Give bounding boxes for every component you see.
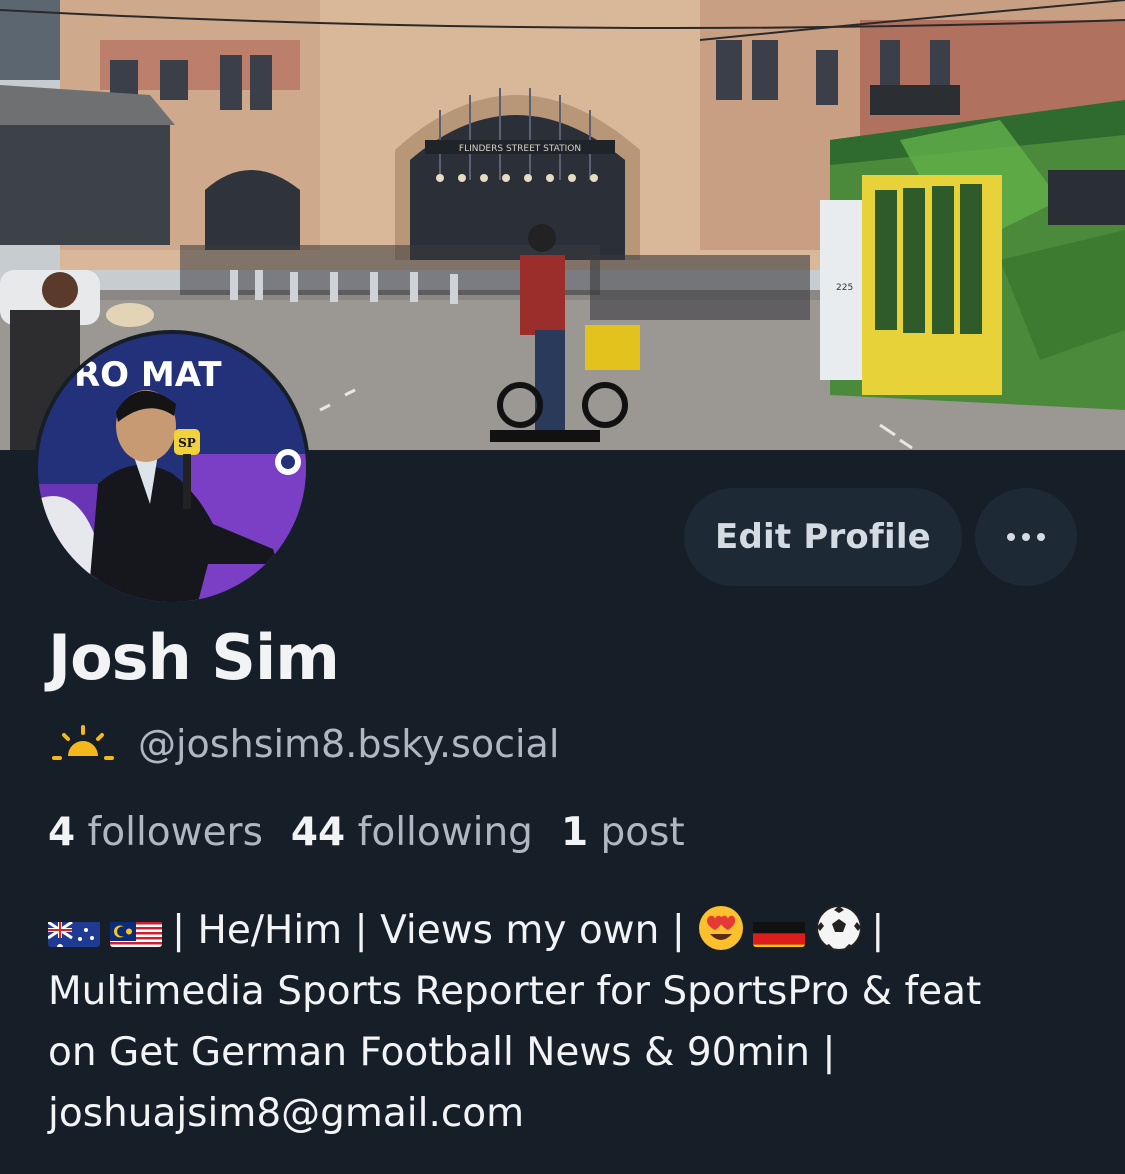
edit-profile-button[interactable]: Edit Profile: [684, 488, 962, 586]
followers-label: followers: [87, 810, 263, 855]
soccer-ball-icon: [815, 904, 863, 952]
bio-line-3: on Get German Football News & 90min |: [48, 1030, 836, 1075]
ellipsis-icon: [1037, 533, 1045, 541]
posts-stat: 1 post: [561, 810, 685, 855]
ellipsis-icon: [1007, 533, 1015, 541]
followers-stat[interactable]: 4 followers: [48, 810, 263, 855]
bio-email-link[interactable]: joshuajsim8@gmail.com: [48, 1091, 524, 1136]
bio-segment-1: | He/Him | Views my own |: [172, 908, 685, 953]
bio-line-2: Multimedia Sports Reporter for SportsPro…: [48, 969, 982, 1014]
followers-count: 4: [48, 810, 76, 855]
bio-segment-2: |: [871, 908, 885, 953]
following-count: 44: [290, 810, 346, 855]
avatar-backdrop-text: RO MAT: [74, 355, 222, 395]
germany-flag-icon: [753, 913, 806, 947]
following-stat[interactable]: 44 following: [291, 810, 533, 855]
ellipsis-icon: [1022, 533, 1030, 541]
handle[interactable]: @joshsim8.bsky.social: [138, 722, 559, 766]
following-label: following: [357, 810, 533, 855]
tram-number: 225: [836, 283, 853, 293]
posts-label: post: [600, 810, 685, 855]
avatar[interactable]: RO MAT SP: [34, 330, 310, 606]
profile-bio: | He/Him | Views my own | | Multimedia S…: [48, 900, 1088, 1144]
handle-row: @joshsim8.bsky.social: [50, 722, 559, 766]
malaysia-flag-icon: [110, 913, 162, 947]
mic-logo: SP: [178, 436, 196, 450]
posts-count: 1: [560, 810, 589, 855]
more-options-button[interactable]: [975, 488, 1077, 586]
heart-eyes-icon: [697, 904, 745, 952]
profile-stats: 4 followers 44 following 1 post: [48, 810, 713, 855]
sunrise-icon: [50, 724, 116, 764]
display-name: Josh Sim: [48, 621, 340, 694]
avatar-image: RO MAT SP: [38, 334, 306, 602]
australia-flag-icon: [48, 913, 100, 947]
station-sign: FLINDERS STREET STATION: [459, 144, 581, 154]
